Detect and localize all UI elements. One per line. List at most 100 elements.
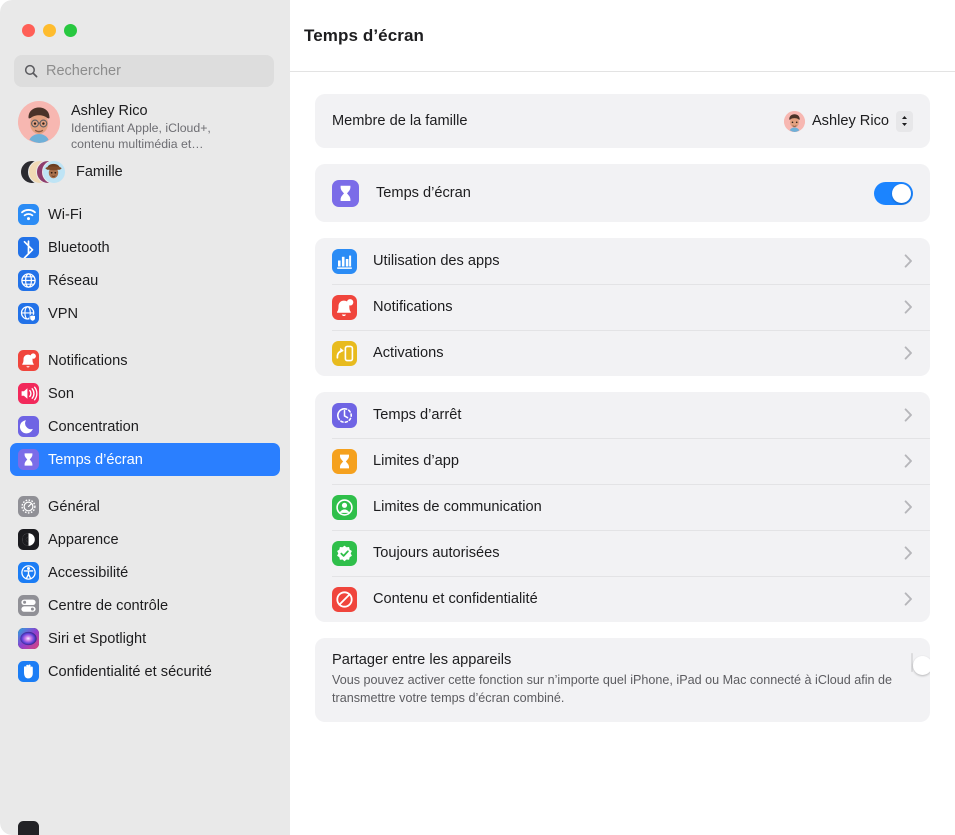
settings-window: Ashley Rico Identifiant Apple, iCloud+, … xyxy=(0,0,955,835)
search-box[interactable] xyxy=(14,55,274,87)
family-member-row[interactable]: Membre de la famille xyxy=(315,94,930,148)
sidebar-item-label: Apparence xyxy=(48,532,119,548)
account-subtitle: Identifiant Apple, iCloud+, contenu mult… xyxy=(71,121,256,152)
minimize-window-button[interactable] xyxy=(43,24,56,37)
usage-group-card: Utilisation des apps Notifications xyxy=(315,238,930,376)
family-member-value: Ashley Rico xyxy=(812,113,889,129)
sidebar-item-label: Général xyxy=(48,499,100,515)
row-communication-limits[interactable]: Limites de communication xyxy=(315,484,930,530)
screen-time-label: Temps d’écran xyxy=(376,185,874,201)
sidebar-item-partial-icon[interactable] xyxy=(18,821,39,835)
sidebar-item-label: Notifications xyxy=(48,353,128,369)
avatar xyxy=(18,101,60,143)
hourglass-orange-icon xyxy=(332,449,357,474)
limits-group-card: Temps d’arrêt Limites d’app xyxy=(315,392,930,622)
account-row[interactable]: Ashley Rico Identifiant Apple, iCloud+, … xyxy=(0,87,290,152)
close-window-button[interactable] xyxy=(22,24,35,37)
sidebar-item-general[interactable]: Général xyxy=(10,490,280,523)
sidebar-item-label: VPN xyxy=(48,306,78,322)
share-title: Partager entre les appareils xyxy=(332,651,893,670)
sidebar-item-label: Wi-Fi xyxy=(48,207,82,223)
control-center-icon xyxy=(18,595,39,616)
page-title: Temps d’écran xyxy=(304,26,424,46)
sidebar-item-bluetooth[interactable]: Bluetooth xyxy=(10,231,280,264)
screen-time-toggle-card: Temps d’écran xyxy=(315,164,930,222)
row-label: Toujours autorisées xyxy=(373,545,896,561)
row-app-limits[interactable]: Limites d’app xyxy=(315,438,930,484)
search-icon xyxy=(24,64,38,78)
sidebar-item-label: Réseau xyxy=(48,273,98,289)
row-label: Contenu et confidentialité xyxy=(373,591,896,607)
account-name: Ashley Rico xyxy=(71,102,256,120)
titlebar: Temps d’écran xyxy=(290,0,955,72)
sidebar-group-general: Général Apparence xyxy=(0,490,290,688)
person-circle-icon xyxy=(332,495,357,520)
row-label: Temps d’arrêt xyxy=(373,407,896,423)
bell-icon xyxy=(18,350,39,371)
sidebar-item-notifications[interactable]: Notifications xyxy=(10,344,280,377)
sidebar-item-network[interactable]: Réseau xyxy=(10,264,280,297)
chevron-right-icon xyxy=(904,254,913,268)
sidebar-item-appearance[interactable]: Apparence xyxy=(10,523,280,556)
row-notifications[interactable]: Notifications xyxy=(315,284,930,330)
sidebar-item-label: Siri et Spotlight xyxy=(48,631,146,647)
row-pickups[interactable]: Activations xyxy=(315,330,930,376)
bluetooth-icon xyxy=(18,237,39,258)
search-container xyxy=(0,46,290,87)
bell-icon xyxy=(332,295,357,320)
sidebar-item-label: Concentration xyxy=(48,419,139,435)
screen-time-row[interactable]: Temps d’écran xyxy=(315,164,930,222)
sidebar-item-label: Temps d’écran xyxy=(48,452,143,468)
chevron-right-icon xyxy=(904,346,913,360)
chevron-right-icon xyxy=(904,592,913,606)
sidebar-item-label: Confidentialité et sécurité xyxy=(48,664,212,680)
sidebar-item-accessibility[interactable]: Accessibilité xyxy=(10,556,280,589)
sidebar-item-focus[interactable]: Concentration xyxy=(10,410,280,443)
avatar xyxy=(784,111,805,132)
sidebar-item-wifi[interactable]: Wi-Fi xyxy=(10,198,280,231)
gear-icon xyxy=(18,496,39,517)
siri-icon xyxy=(18,628,39,649)
sidebar-item-label-family: Famille xyxy=(76,164,123,180)
settings-content: Membre de la famille xyxy=(290,72,955,835)
speaker-icon xyxy=(18,383,39,404)
chevron-right-icon xyxy=(904,546,913,560)
sidebar-item-siri-spotlight[interactable]: Siri et Spotlight xyxy=(10,622,280,655)
family-avatars xyxy=(20,158,66,186)
sidebar-item-sound[interactable]: Son xyxy=(10,377,280,410)
app-usage-chart-icon xyxy=(332,249,357,274)
accessibility-icon xyxy=(18,562,39,583)
maximize-window-button[interactable] xyxy=(64,24,77,37)
sidebar-item-privacy-security[interactable]: Confidentialité et sécurité xyxy=(10,655,280,688)
row-downtime[interactable]: Temps d’arrêt xyxy=(315,392,930,438)
chevron-right-icon xyxy=(904,300,913,314)
wifi-icon xyxy=(18,204,39,225)
row-content-privacy[interactable]: Contenu et confidentialité xyxy=(315,576,930,622)
sidebar-item-control-center[interactable]: Centre de contrôle xyxy=(10,589,280,622)
row-label: Utilisation des apps xyxy=(373,253,896,269)
share-across-devices-toggle[interactable] xyxy=(911,653,913,672)
sidebar-item-vpn[interactable]: VPN xyxy=(10,297,280,330)
share-text: Partager entre les appareils Vous pouvez… xyxy=(332,651,911,707)
row-always-allowed[interactable]: Toujours autorisées xyxy=(315,530,930,576)
appearance-icon xyxy=(18,529,39,550)
chevron-up-down-icon[interactable] xyxy=(896,111,913,132)
vpn-globe-icon xyxy=(18,303,39,324)
screen-time-toggle[interactable] xyxy=(874,182,913,205)
sidebar-item-screen-time[interactable]: Temps d’écran xyxy=(10,443,280,476)
downtime-icon xyxy=(332,403,357,428)
restrict-icon xyxy=(332,587,357,612)
share-description: Vous pouvez activer cette fonction sur n… xyxy=(332,672,893,707)
family-member-popup[interactable]: Ashley Rico xyxy=(784,111,913,132)
sidebar-nav: Wi-Fi Bluetooth xyxy=(0,198,290,688)
row-label: Notifications xyxy=(373,299,896,315)
row-app-usage[interactable]: Utilisation des apps xyxy=(315,238,930,284)
pickups-icon xyxy=(332,341,357,366)
row-label: Limites de communication xyxy=(373,499,896,515)
sidebar-item-family[interactable]: Famille xyxy=(0,152,290,186)
row-label: Activations xyxy=(373,345,896,361)
sidebar-item-label: Bluetooth xyxy=(48,240,110,256)
main-panel: Temps d’écran Membre de la famille xyxy=(290,0,955,835)
account-text: Ashley Rico Identifiant Apple, iCloud+, … xyxy=(71,101,256,152)
search-input[interactable] xyxy=(46,63,264,79)
